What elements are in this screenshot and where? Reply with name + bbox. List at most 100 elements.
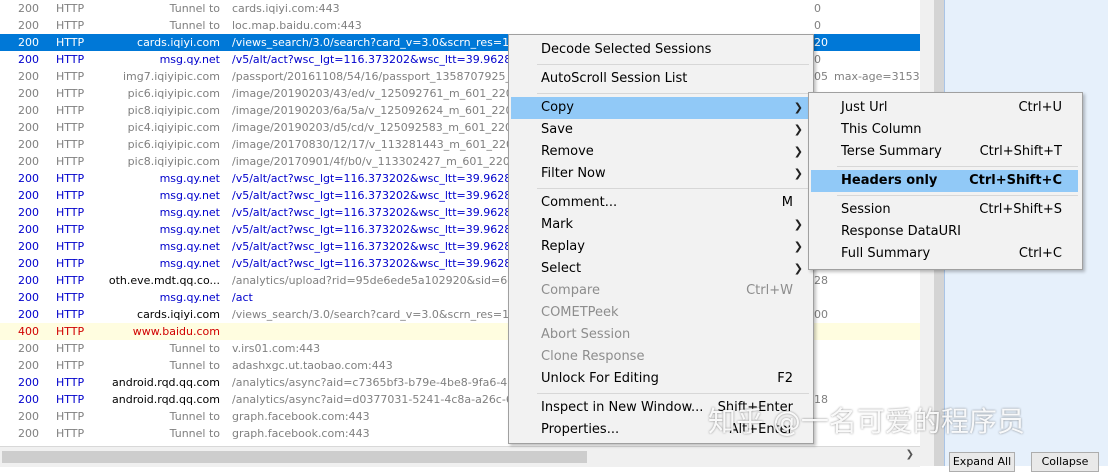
result-cell: 200 bbox=[18, 427, 39, 440]
host-cell: msg.qy.net bbox=[159, 206, 220, 219]
collapse-button[interactable]: Collapse bbox=[1031, 452, 1099, 472]
result-cell: 400 bbox=[18, 325, 39, 338]
body-cell: 28 bbox=[814, 274, 828, 287]
watermark: 知乎 @一名可爱的程序员 bbox=[708, 405, 1025, 438]
menu-item[interactable]: Decode Selected Sessions bbox=[511, 39, 809, 61]
copy-submenu: Just Url Ctrl+U This Column Terse Summary Ct… bbox=[808, 92, 1083, 270]
submenu-item[interactable]: Full Summary Ctrl+C bbox=[811, 243, 1078, 265]
host-cell: cards.iqiyi.com bbox=[137, 36, 220, 49]
submenu-item-label: Session bbox=[841, 202, 891, 217]
host-cell: Tunnel to bbox=[169, 359, 220, 372]
menu-item[interactable]: Mark ❯ bbox=[511, 214, 809, 236]
session-row[interactable]: 200 HTTP Tunnel to cards.iqiyi.com:443 0 bbox=[0, 0, 920, 17]
submenu-item-shortcut: Ctrl+Shift+S bbox=[979, 202, 1062, 217]
menu-item-label: Copy bbox=[541, 100, 574, 115]
result-cell: 200 bbox=[18, 36, 39, 49]
url-cell: v.irs01.com:443 bbox=[232, 342, 321, 355]
submenu-item[interactable]: Terse Summary Ctrl+Shift+T bbox=[811, 141, 1078, 163]
body-cell: 00 bbox=[814, 308, 828, 321]
url-cell: /v5/alt/act?wsc_lgt=116.373202&wsc_ltt=3… bbox=[232, 257, 532, 270]
menu-item[interactable]: Replay ❯ bbox=[511, 236, 809, 258]
menu-item[interactable]: Copy ❯ bbox=[511, 97, 809, 119]
submenu-arrow-icon: ❯ bbox=[793, 123, 803, 136]
submenu-item-shortcut: Ctrl+C bbox=[1018, 246, 1062, 261]
session-row[interactable]: 200 HTTP Tunnel to loc.map.baidu.com:443 0 bbox=[0, 17, 920, 34]
url-cell: /analytics/async?aid=d0377031-5241-4c8a-… bbox=[232, 393, 532, 406]
menu-item[interactable]: Remove ❯ bbox=[511, 141, 809, 163]
submenu-item-label: This Column bbox=[841, 122, 922, 137]
result-cell: 200 bbox=[18, 257, 39, 270]
menu-item-label: Remove bbox=[541, 144, 594, 159]
menu-item[interactable]: Compare Ctrl+W bbox=[511, 280, 809, 302]
menu-item-label: Select bbox=[541, 261, 582, 276]
result-cell: 200 bbox=[18, 240, 39, 253]
result-cell: 200 bbox=[18, 359, 39, 372]
scrollbar-thumb[interactable] bbox=[2, 451, 587, 463]
menu-item[interactable]: Comment... M bbox=[511, 192, 809, 214]
host-cell: msg.qy.net bbox=[159, 257, 220, 270]
url-cell: /v5/alt/act?wsc_lgt=116.373202&wsc_ltt=3… bbox=[232, 53, 532, 66]
menu-separator bbox=[537, 393, 809, 394]
url-cell: /image/20170830/12/17/v_113281443_m_601_… bbox=[232, 138, 532, 151]
url-cell: loc.map.baidu.com:443 bbox=[232, 19, 362, 32]
menu-item[interactable]: Filter Now ❯ bbox=[511, 163, 809, 185]
submenu-item-label: Just Url bbox=[841, 100, 888, 115]
result-cell: 200 bbox=[18, 410, 39, 423]
menu-item-label: Mark bbox=[541, 217, 574, 232]
menu-separator bbox=[837, 166, 1078, 167]
result-cell: 200 bbox=[18, 342, 39, 355]
menu-separator bbox=[537, 64, 809, 65]
menu-item-label: Properties... bbox=[541, 422, 620, 437]
menu-item-label: Replay bbox=[541, 239, 585, 254]
menu-item[interactable]: COMETPeek bbox=[511, 302, 809, 324]
scroll-right-icon[interactable]: ❯ bbox=[906, 449, 914, 460]
url-cell: /image/20190203/6a/5a/v_125092624_m_601_… bbox=[232, 104, 532, 117]
host-cell: pic8.iqiyipic.com bbox=[127, 104, 220, 117]
url-cell: /v5/alt/act?wsc_lgt=116.373202&wsc_ltt=3… bbox=[232, 189, 532, 202]
submenu-item-label: Headers only bbox=[841, 173, 938, 188]
result-cell: 200 bbox=[18, 223, 39, 236]
menu-item[interactable]: Abort Session bbox=[511, 324, 809, 346]
host-cell: Tunnel to bbox=[169, 2, 220, 15]
url-cell: /views_search/3.0/search?card_v=3.0&scrn… bbox=[232, 36, 532, 49]
result-cell: 200 bbox=[18, 206, 39, 219]
result-cell: 200 bbox=[18, 308, 39, 321]
menu-item[interactable]: Clone Response bbox=[511, 346, 809, 368]
submenu-arrow-icon: ❯ bbox=[793, 240, 803, 253]
menu-item[interactable]: Save ❯ bbox=[511, 119, 809, 141]
menu-separator bbox=[537, 188, 809, 189]
url-cell: /passport/20161108/54/16/passport_135870… bbox=[232, 70, 532, 83]
host-cell: msg.qy.net bbox=[159, 223, 220, 236]
submenu-arrow-icon: ❯ bbox=[793, 218, 803, 231]
host-cell: android.rqd.qq.com bbox=[112, 393, 220, 406]
submenu-item[interactable]: Response DataURI bbox=[811, 221, 1078, 243]
menu-item-label: Save bbox=[541, 122, 573, 137]
submenu-item[interactable]: This Column bbox=[811, 119, 1078, 141]
menu-item[interactable]: AutoScroll Session List bbox=[511, 68, 809, 90]
submenu-item-label: Terse Summary bbox=[841, 144, 942, 159]
menu-item[interactable]: Select ❯ bbox=[511, 258, 809, 280]
horizontal-scrollbar[interactable]: ❯ bbox=[0, 446, 920, 467]
submenu-item[interactable]: Just Url Ctrl+U bbox=[811, 97, 1078, 119]
submenu-arrow-icon: ❯ bbox=[793, 101, 803, 114]
menu-item-label: Inspect in New Window... bbox=[541, 400, 704, 415]
menu-item[interactable]: Unlock For Editing F2 bbox=[511, 368, 809, 390]
host-cell: pic6.iqiyipic.com bbox=[127, 87, 220, 100]
body-cell: 05 bbox=[814, 70, 828, 83]
host-cell: pic6.iqiyipic.com bbox=[127, 138, 220, 151]
submenu-item[interactable]: Headers only Ctrl+Shift+C bbox=[811, 170, 1078, 192]
menu-item-label: Comment... bbox=[541, 195, 618, 210]
body-cell: 0 bbox=[814, 19, 821, 32]
expand-all-button[interactable]: Expand All bbox=[949, 452, 1015, 472]
menu-separator bbox=[837, 195, 1078, 196]
menu-item-label: Filter Now bbox=[541, 166, 606, 181]
result-cell: 200 bbox=[18, 19, 39, 32]
submenu-item[interactable]: Session Ctrl+Shift+S bbox=[811, 199, 1078, 221]
menu-item-label: Decode Selected Sessions bbox=[541, 42, 712, 57]
result-cell: 200 bbox=[18, 70, 39, 83]
result-cell: 200 bbox=[18, 53, 39, 66]
host-cell: www.baidu.com bbox=[132, 325, 220, 338]
menu-item-shortcut: F2 bbox=[777, 371, 793, 386]
menu-item-label: Abort Session bbox=[541, 327, 631, 342]
result-cell: 200 bbox=[18, 138, 39, 151]
